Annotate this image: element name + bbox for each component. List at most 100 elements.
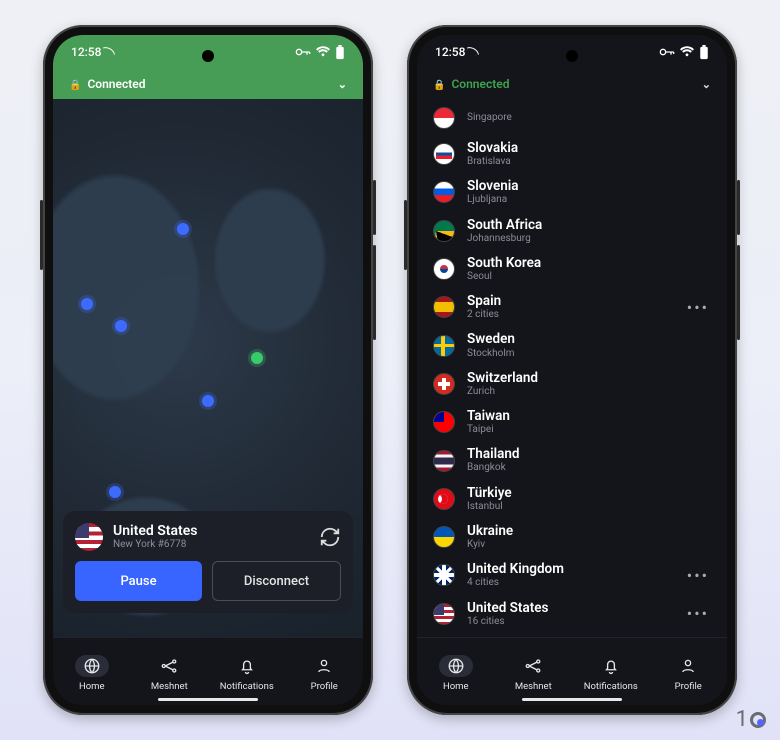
pause-button[interactable]: Pause	[75, 561, 202, 601]
side-button[interactable]	[404, 200, 407, 270]
nav-meshnet[interactable]: Meshnet	[495, 655, 573, 692]
phone-map: 12:58 🔒Connected ⌄ United States New Yor…	[43, 25, 373, 715]
country-item[interactable]: South Korea Seoul	[433, 250, 711, 288]
country-item[interactable]: Sweden Stockholm	[433, 326, 711, 364]
volume-button[interactable]	[737, 245, 740, 340]
nav-notifications[interactable]: Notifications	[572, 655, 650, 692]
app-arc-icon	[467, 45, 479, 57]
app-arc-icon	[103, 45, 115, 57]
bell-icon	[230, 655, 264, 677]
server-dot[interactable]	[202, 395, 214, 407]
connection-status-text: Connected	[451, 77, 509, 91]
more-icon[interactable]: •••	[687, 298, 711, 317]
refresh-icon[interactable]	[319, 526, 341, 548]
person-icon	[307, 655, 341, 677]
country-sub: Kyiv	[467, 539, 711, 550]
country-item[interactable]: United Kingdom 4 cities •••	[433, 556, 711, 594]
country-item[interactable]: Slovakia Bratislava	[433, 135, 711, 173]
country-item[interactable]: United States 16 cities •••	[433, 595, 711, 633]
country-name: South Korea	[467, 256, 711, 271]
nav-home[interactable]: Home	[417, 655, 495, 692]
country-item[interactable]: Spain 2 cities •••	[433, 288, 711, 326]
country-item[interactable]: Switzerland Zurich	[433, 365, 711, 403]
chevron-down-icon[interactable]: ⌄	[702, 78, 711, 91]
country-name: Sweden	[467, 332, 711, 347]
country-item[interactable]: Thailand Bangkok	[433, 441, 711, 479]
country-sub: Zurich	[467, 386, 711, 397]
nav-home[interactable]: Home	[53, 655, 131, 692]
flag-icon	[433, 220, 455, 242]
camera-hole	[202, 50, 214, 62]
connection-status-bar[interactable]: 🔒Connected ⌄	[53, 69, 363, 99]
nav-profile[interactable]: Profile	[650, 655, 728, 692]
nav-profile[interactable]: Profile	[286, 655, 364, 692]
country-name: United Kingdom	[467, 562, 675, 577]
country-item[interactable]: Slovenia Ljubljana	[433, 173, 711, 211]
mesh-icon	[152, 655, 186, 677]
home-indicator[interactable]	[158, 698, 258, 701]
country-item[interactable]: Türkiye Istanbul	[433, 480, 711, 518]
battery-icon	[335, 45, 345, 60]
country-sub: Seoul	[467, 271, 711, 282]
globe-icon	[75, 655, 109, 677]
country-name: Spain	[467, 294, 675, 309]
more-icon[interactable]: •••	[687, 566, 711, 585]
chevron-down-icon[interactable]: ⌄	[338, 78, 347, 91]
wifi-icon	[316, 46, 330, 58]
country-sub: 16 cities	[467, 616, 675, 627]
country-sub: Stockholm	[467, 348, 711, 359]
key-icon	[295, 47, 311, 57]
more-icon[interactable]: •••	[687, 604, 711, 623]
flag-icon	[433, 526, 455, 548]
nav-label: Meshnet	[151, 681, 188, 692]
volume-button[interactable]	[373, 245, 376, 340]
nav-label: Meshnet	[515, 681, 552, 692]
connection-status-bar[interactable]: 🔒 Connected ⌄	[417, 69, 727, 99]
flag-icon	[433, 181, 455, 203]
flag-icon	[433, 450, 455, 472]
side-button[interactable]	[40, 200, 43, 270]
key-icon	[659, 47, 675, 57]
bottom-nav: Home Meshnet Notifications Profile	[417, 637, 727, 705]
nav-label: Profile	[675, 681, 702, 692]
nav-label: Profile	[311, 681, 338, 692]
power-button[interactable]	[373, 180, 376, 235]
server-country: United States	[113, 523, 309, 539]
country-item[interactable]: Taiwan Taipei	[433, 403, 711, 441]
lock-icon: 🔒	[433, 80, 445, 91]
battery-icon	[699, 45, 709, 60]
country-item[interactable]: Ukraine Kyiv	[433, 518, 711, 556]
nav-notifications[interactable]: Notifications	[208, 655, 286, 692]
server-detail: New York #6778	[113, 539, 309, 551]
country-name: Ukraine	[467, 524, 711, 539]
country-name: Türkiye	[467, 486, 711, 501]
flag-icon	[433, 107, 455, 129]
nav-label: Home	[443, 681, 469, 692]
camera-hole	[566, 50, 578, 62]
nav-meshnet[interactable]: Meshnet	[131, 655, 209, 692]
country-sub: Singapore	[467, 112, 711, 123]
power-button[interactable]	[737, 180, 740, 235]
disconnect-button[interactable]: Disconnect	[212, 561, 341, 601]
server-dot[interactable]	[115, 320, 127, 332]
country-sub: 4 cities	[467, 577, 675, 588]
clock: 12:58	[435, 45, 465, 59]
watermark: 1	[736, 707, 766, 732]
clock: 12:58	[71, 45, 101, 59]
server-dot[interactable]	[81, 298, 93, 310]
phone-countries: 12:58 🔒 Connected ⌄ Singapore Slovakia Br…	[407, 25, 737, 715]
country-item[interactable]: South Africa Johannesburg	[433, 212, 711, 250]
country-sub: Ljubljana	[467, 194, 711, 205]
country-list[interactable]: Singapore Slovakia Bratislava Slovenia L…	[417, 99, 727, 637]
mesh-icon	[516, 655, 550, 677]
nav-label: Home	[79, 681, 105, 692]
flag-icon	[433, 373, 455, 395]
country-sub: Bangkok	[467, 462, 711, 473]
country-name: United States	[467, 601, 675, 616]
country-name: Taiwan	[467, 409, 711, 424]
country-item[interactable]: Vietnam Hanoi	[433, 633, 711, 637]
wifi-icon	[680, 46, 694, 58]
country-item[interactable]: Singapore	[433, 101, 711, 135]
home-indicator[interactable]	[522, 698, 622, 701]
server-dot[interactable]	[177, 223, 189, 235]
